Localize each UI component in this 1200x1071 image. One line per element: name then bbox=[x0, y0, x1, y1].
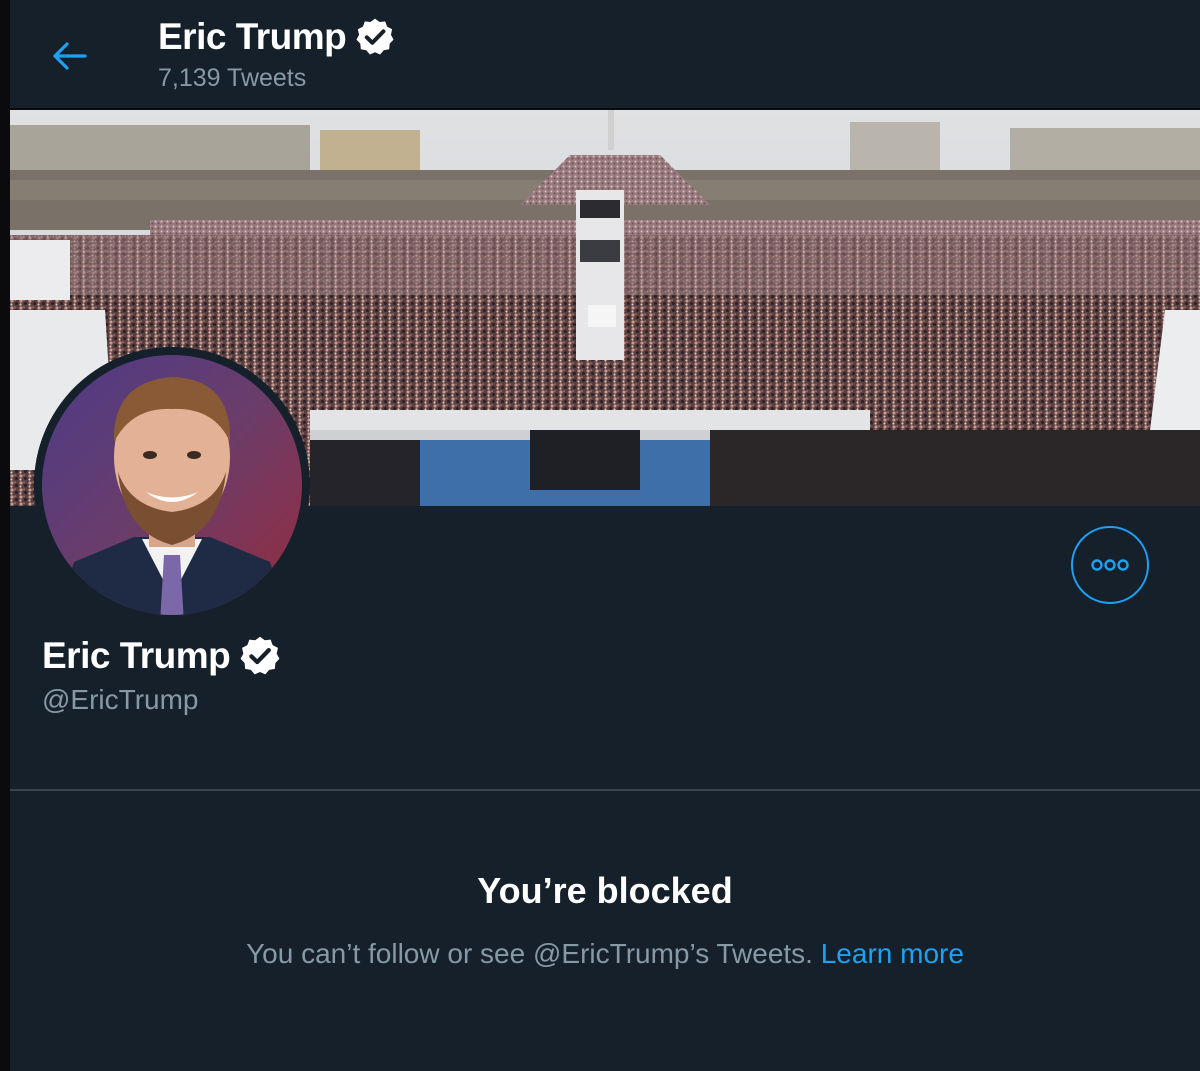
profile-name-text: Eric Trump bbox=[42, 635, 231, 676]
learn-more-link[interactable]: Learn more bbox=[821, 938, 964, 969]
profile-handle: @EricTrump bbox=[42, 684, 199, 715]
verified-badge-icon bbox=[356, 18, 394, 55]
verified-badge-icon bbox=[240, 636, 280, 675]
blocked-message-text: You can’t follow or see @EricTrump’s Twe… bbox=[246, 938, 813, 969]
tweet-count: 7,139 Tweets bbox=[158, 64, 307, 92]
profile-name: Eric Trump bbox=[42, 634, 282, 678]
blocked-message: You can’t follow or see @EricTrump’s Twe… bbox=[10, 938, 1200, 970]
divider bbox=[10, 789, 1200, 791]
arrow-left-icon bbox=[53, 42, 87, 70]
header-name: Eric Trump bbox=[158, 16, 396, 58]
profile-page: Eric Trump 7,139 Tweets Eric Trump @Eric… bbox=[10, 0, 1200, 1071]
blocked-title: You’re blocked bbox=[477, 870, 733, 911]
back-button[interactable] bbox=[44, 30, 96, 82]
more-options-icon bbox=[1091, 559, 1129, 571]
top-bar: Eric Trump 7,139 Tweets bbox=[10, 0, 1200, 110]
profile-photo bbox=[34, 347, 310, 623]
header-name-text: Eric Trump bbox=[158, 16, 347, 57]
avatar[interactable] bbox=[34, 347, 310, 623]
more-options-button[interactable] bbox=[1071, 526, 1149, 604]
